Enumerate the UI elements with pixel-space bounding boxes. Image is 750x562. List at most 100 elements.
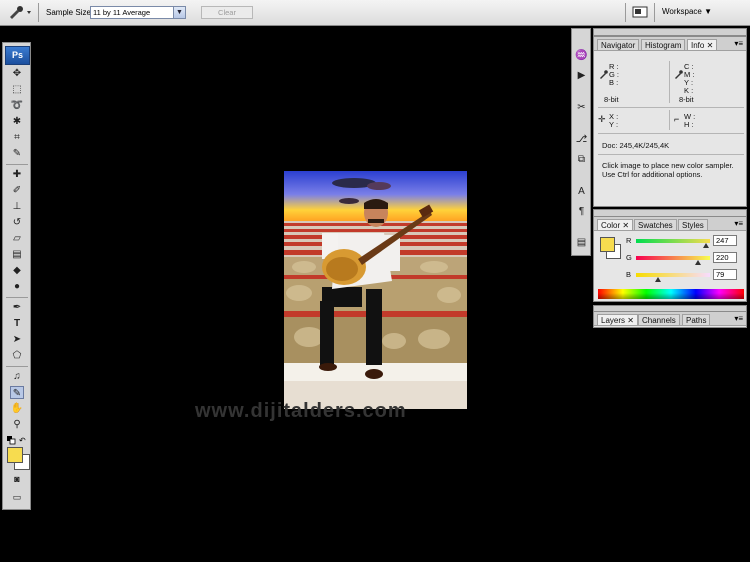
info-help-line-2: Use Ctrl for additional options.	[602, 170, 703, 179]
zoom-tool-icon[interactable]: ⚲	[10, 418, 24, 431]
tab-info[interactable]: Info ✕	[687, 39, 718, 50]
history-brush-tool-icon[interactable]: ↺	[10, 216, 24, 229]
clone-source-icon[interactable]: ⧉	[575, 153, 588, 166]
color-panel: Color ✕ Swatches Styles ▾≡ R 247 G 220 B…	[593, 216, 747, 302]
info-k-label: K :	[684, 86, 694, 95]
workspace-button[interactable]: Workspace ▼	[662, 7, 712, 16]
divider	[598, 107, 744, 108]
info-panel: Navigator Histogram Info ✕ ▾≡ R : G : B …	[593, 36, 747, 207]
color-ramp[interactable]	[598, 289, 744, 299]
info-h-label: H :	[684, 120, 694, 129]
panel-menu-icon[interactable]: ▾≡	[734, 313, 743, 324]
red-slider-track[interactable]	[636, 239, 710, 243]
eyedropper-icon	[600, 70, 608, 79]
separator	[6, 164, 28, 165]
red-slider-thumb[interactable]	[703, 243, 709, 248]
tab-swatches[interactable]: Swatches	[634, 219, 677, 230]
green-slider-thumb[interactable]	[695, 260, 701, 265]
panel-menu-icon[interactable]: ▾≡	[734, 218, 743, 229]
separator	[38, 3, 39, 22]
pen-tool-icon[interactable]: ✒	[10, 301, 24, 314]
healing-brush-tool-icon[interactable]: ✚	[10, 168, 24, 181]
paragraph-icon[interactable]: ¶	[575, 205, 588, 218]
sample-size-select[interactable]: 11 by 11 Average ▼	[90, 6, 186, 19]
divider	[669, 110, 670, 130]
brushes-icon[interactable]: ♒	[575, 49, 588, 62]
tool-presets-icon[interactable]: ✂	[575, 101, 588, 114]
selection-size-icon: ⌐	[674, 114, 680, 124]
character-icon[interactable]: A	[575, 185, 588, 198]
separator	[6, 297, 28, 298]
info-bit-left: 8-bit	[604, 95, 619, 104]
color-g-label: G	[626, 253, 632, 262]
move-tool-icon[interactable]: ✥	[10, 67, 24, 80]
blue-slider-track[interactable]	[636, 273, 710, 277]
color-r-label: R	[626, 236, 632, 245]
dodge-tool-icon[interactable]: ●	[10, 280, 24, 293]
blue-slider-thumb[interactable]	[655, 277, 661, 282]
tab-layers[interactable]: Layers ✕	[597, 314, 638, 325]
panel-menu-icon[interactable]: ▾≡	[734, 38, 743, 49]
layer-comps-icon[interactable]: ⎇	[575, 133, 588, 146]
options-bar: Sample Size: 11 by 11 Average ▼ Clear Wo…	[0, 0, 750, 26]
sample-size-label: Sample Size:	[46, 8, 94, 17]
tab-channels[interactable]: Channels	[638, 314, 680, 325]
eraser-tool-icon[interactable]: ▱	[10, 232, 24, 245]
type-tool-icon[interactable]: T	[10, 317, 24, 330]
default-colors-icon[interactable]	[7, 436, 16, 445]
brush-tool-icon[interactable]: ✐	[10, 184, 24, 197]
red-value-input[interactable]: 247	[713, 235, 737, 246]
chevron-down-icon[interactable]: ▼	[173, 7, 185, 18]
hand-tool-icon[interactable]: ✋	[10, 402, 24, 415]
info-doc-size: Doc: 245,4K/245,4K	[602, 141, 670, 150]
marquee-tool-icon[interactable]: ⬚	[10, 83, 24, 96]
color-fg-swatch[interactable]	[600, 237, 615, 252]
swap-colors-icon[interactable]: ↶	[19, 436, 28, 445]
magic-wand-tool-icon[interactable]: ✱	[10, 115, 24, 128]
info-panel-tabs: Navigator Histogram Info ✕ ▾≡	[594, 37, 746, 51]
gradient-tool-icon[interactable]: ▤	[10, 248, 24, 261]
info-b-label: B :	[609, 78, 619, 87]
clear-button[interactable]: Clear	[201, 6, 253, 19]
measurement-icon[interactable]: ▤	[575, 236, 588, 249]
separator	[6, 366, 28, 367]
watermark-text: www.dijitalders.com	[195, 400, 407, 422]
clone-stamp-tool-icon[interactable]: ⊥	[10, 200, 24, 213]
sample-size-value: 11 by 11 Average	[93, 8, 151, 17]
foreground-color-swatch[interactable]	[7, 447, 23, 463]
tab-paths[interactable]: Paths	[682, 314, 711, 325]
panel-group-header[interactable]	[593, 28, 747, 36]
slice-tool-icon[interactable]: ✎	[10, 147, 24, 160]
blur-tool-icon[interactable]: ◆	[10, 264, 24, 277]
tab-styles[interactable]: Styles	[678, 219, 708, 230]
toolbox: Ps ✥ ⬚ ➰ ✱ ⌗ ✎ ✚ ✐ ⊥ ↺ ▱ ▤ ◆ ● ✒ T ➤ ⬠ ♫…	[2, 42, 31, 510]
shape-tool-icon[interactable]: ⬠	[10, 349, 24, 362]
eyedropper-preset-icon[interactable]	[6, 4, 34, 20]
photoshop-logo[interactable]: Ps	[5, 46, 30, 65]
info-bit-right: 8-bit	[679, 95, 694, 104]
workspace-icon[interactable]	[632, 5, 648, 19]
layers-panel-tabs: Layers ✕ Channels Paths ▾≡	[594, 312, 746, 326]
actions-icon[interactable]: ▶	[575, 69, 588, 82]
blue-value-input[interactable]: 79	[713, 269, 737, 280]
divider	[598, 154, 744, 155]
green-value-input[interactable]: 220	[713, 252, 737, 263]
color-panel-tabs: Color ✕ Swatches Styles ▾≡	[594, 217, 746, 231]
separator	[625, 3, 626, 22]
lasso-tool-icon[interactable]: ➰	[10, 99, 24, 112]
tab-navigator[interactable]: Navigator	[597, 39, 640, 50]
path-selection-tool-icon[interactable]: ➤	[10, 333, 24, 346]
divider	[598, 133, 744, 134]
tab-histogram[interactable]: Histogram	[641, 39, 686, 50]
divider	[669, 61, 670, 103]
document-image[interactable]	[284, 171, 467, 409]
tab-color[interactable]: Color ✕	[597, 219, 634, 230]
crop-tool-icon[interactable]: ⌗	[10, 131, 24, 144]
panel-dock: ♒ ▶ ✂ ⎇ ⧉ A ¶ ▤	[571, 28, 591, 256]
screen-mode-icon[interactable]: ▭	[10, 491, 24, 504]
notes-tool-icon[interactable]: ♫	[10, 370, 24, 383]
eyedropper-icon	[675, 70, 683, 79]
eyedropper-tool-icon[interactable]: ✎	[10, 386, 24, 399]
quick-mask-icon[interactable]: ◙	[10, 473, 24, 486]
color-b-label: B	[626, 270, 632, 279]
